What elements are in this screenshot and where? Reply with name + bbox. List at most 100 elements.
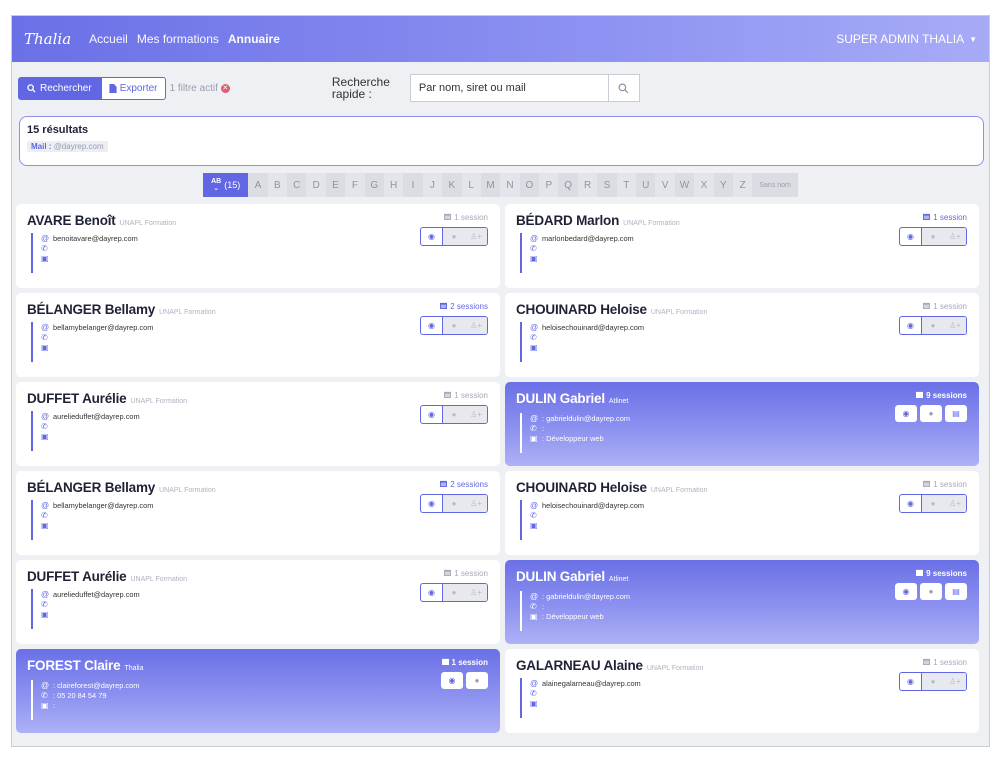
view-eye-icon[interactable]: ◉ xyxy=(895,583,917,600)
document-icon[interactable]: ▤ xyxy=(945,405,967,422)
contact-card[interactable]: DULIN Gabriel Atlinet @: gabrieldulin@da… xyxy=(505,560,979,644)
add-user-icon[interactable]: ♙+ xyxy=(944,673,966,690)
card-header: FOREST Claire Thalia xyxy=(27,658,488,673)
comment-icon[interactable]: ● xyxy=(920,583,942,600)
comment-icon[interactable]: ● xyxy=(443,228,465,245)
letter-w[interactable]: W xyxy=(674,173,695,197)
letter-o[interactable]: O xyxy=(519,173,540,197)
contact-card[interactable]: CHOUINARD Heloise UNAPL Formation @ heloi… xyxy=(505,293,979,377)
view-eye-icon[interactable]: ◉ xyxy=(900,495,922,512)
view-eye-icon[interactable]: ◉ xyxy=(421,228,443,245)
contact-phone: : xyxy=(542,423,545,433)
add-user-icon[interactable]: ♙+ xyxy=(944,317,966,334)
view-eye-icon[interactable]: ◉ xyxy=(900,228,922,245)
letter-sans-nom[interactable]: Sans nom xyxy=(752,173,798,197)
nav-link-accueil[interactable]: Accueil xyxy=(89,32,128,46)
contact-email: benoitavare@dayrep.com xyxy=(53,233,138,243)
user-menu[interactable]: SUPER ADMIN THALIA ▼ xyxy=(836,32,977,46)
contact-card[interactable]: DUFFET Aurélie UNAPL Formation @ aurelied… xyxy=(16,382,500,466)
letter-g[interactable]: G xyxy=(364,173,384,197)
view-eye-icon[interactable]: ◉ xyxy=(900,317,922,334)
card-actions: ◉ ● xyxy=(441,672,488,689)
view-eye-icon[interactable]: ◉ xyxy=(421,317,443,334)
nav-link-mes-formations[interactable]: Mes formations xyxy=(137,32,219,46)
comment-icon[interactable]: ● xyxy=(922,317,944,334)
comment-icon[interactable]: ● xyxy=(922,495,944,512)
comment-icon[interactable]: ● xyxy=(443,317,465,334)
brand-logo[interactable]: Thalia xyxy=(24,30,71,48)
contact-name: CHOUINARD Heloise xyxy=(516,302,647,317)
letter-y[interactable]: Y xyxy=(713,173,733,197)
add-user-icon[interactable]: ♙+ xyxy=(944,495,966,512)
contact-card[interactable]: AVARE Benoît UNAPL Formation @ benoitavar… xyxy=(16,204,500,288)
letter-j[interactable]: J xyxy=(423,173,442,197)
add-user-icon[interactable]: ♙+ xyxy=(944,228,966,245)
letter-i[interactable]: I xyxy=(403,173,423,197)
document-icon[interactable]: ▤ xyxy=(945,583,967,600)
letter-p[interactable]: P xyxy=(539,173,558,197)
card-right: 1 session ◉ ● ♙+ xyxy=(899,213,967,246)
view-eye-icon[interactable]: ◉ xyxy=(421,406,443,423)
add-user-icon[interactable]: ♙+ xyxy=(465,406,487,423)
contact-email: aurelieduffet@dayrep.com xyxy=(53,589,140,599)
letter-q[interactable]: Q xyxy=(558,173,578,197)
comment-icon[interactable]: ● xyxy=(443,584,465,601)
contact-card[interactable]: DUFFET Aurélie UNAPL Formation @ aurelied… xyxy=(16,560,500,644)
quick-search-label: Recherche rapide : xyxy=(331,75,390,101)
letter-n[interactable]: N xyxy=(500,173,519,197)
contact-card[interactable]: BÉLANGER Bellamy UNAPL Formation @ bellam… xyxy=(16,293,500,377)
letter-b[interactable]: B xyxy=(268,173,287,197)
contact-card[interactable]: GALARNEAU Alaine UNAPL Formation @ alaine… xyxy=(505,649,979,733)
clear-filter-icon[interactable]: ✕ xyxy=(220,83,230,93)
card-header: DUFFET Aurélie UNAPL Formation xyxy=(27,569,488,584)
letter-z[interactable]: Z xyxy=(733,173,752,197)
alphabet-all-button[interactable]: AB ⌄ (15) xyxy=(203,173,249,197)
view-eye-icon[interactable]: ◉ xyxy=(895,405,917,422)
letter-l[interactable]: L xyxy=(462,173,481,197)
search-button[interactable]: Rechercher xyxy=(18,76,101,100)
letter-t[interactable]: T xyxy=(617,173,636,197)
export-button[interactable]: Exporter xyxy=(100,76,166,100)
comment-icon[interactable]: ● xyxy=(443,495,465,512)
comment-icon[interactable]: ● xyxy=(466,672,488,689)
letter-k[interactable]: K xyxy=(442,173,462,197)
add-user-icon[interactable]: ♙+ xyxy=(465,317,487,334)
contact-card[interactable]: CHOUINARD Heloise UNAPL Formation @ heloi… xyxy=(505,471,979,555)
comment-icon[interactable]: ● xyxy=(922,673,944,690)
letter-e[interactable]: E xyxy=(325,173,346,197)
contact-card[interactable]: BÉDARD Marlon UNAPL Formation @ marlonbed… xyxy=(505,204,979,288)
add-user-icon[interactable]: ♙+ xyxy=(465,495,487,512)
contact-email: alainegalarneau@dayrep.com xyxy=(542,678,641,688)
letter-r[interactable]: R xyxy=(578,173,597,197)
view-eye-icon[interactable]: ◉ xyxy=(421,495,443,512)
contact-card[interactable]: FOREST Claire Thalia @: claireforest@day… xyxy=(16,649,500,733)
card-right: 9 sessions ◉ ● ▤ xyxy=(895,391,967,422)
quick-search-input[interactable] xyxy=(410,75,608,101)
letter-c[interactable]: C xyxy=(287,173,307,197)
add-user-icon[interactable]: ♙+ xyxy=(465,584,487,601)
letter-d[interactable]: D xyxy=(306,173,325,197)
letter-v[interactable]: V xyxy=(655,173,674,197)
user-name: SUPER ADMIN THALIA xyxy=(836,32,965,46)
job-row: ▣ xyxy=(530,342,967,352)
contact-card[interactable]: DULIN Gabriel Atlinet @: gabrieldulin@da… xyxy=(505,382,979,466)
letter-s[interactable]: S xyxy=(597,173,617,197)
add-user-icon[interactable]: ♙+ xyxy=(465,228,487,245)
card-header: BÉLANGER Bellamy UNAPL Formation xyxy=(27,302,488,317)
quick-search-button[interactable] xyxy=(607,75,639,101)
comment-icon[interactable]: ● xyxy=(920,405,942,422)
letter-u[interactable]: U xyxy=(636,173,656,197)
view-eye-icon[interactable]: ◉ xyxy=(421,584,443,601)
letter-x[interactable]: X xyxy=(694,173,713,197)
view-eye-icon[interactable]: ◉ xyxy=(441,672,463,689)
contact-card[interactable]: BÉLANGER Bellamy UNAPL Formation @ bellam… xyxy=(16,471,500,555)
view-eye-icon[interactable]: ◉ xyxy=(900,673,922,690)
nav-link-annuaire[interactable]: Annuaire xyxy=(228,32,280,46)
letter-h[interactable]: H xyxy=(384,173,403,197)
letter-a[interactable]: A xyxy=(248,173,268,197)
quick-search-box xyxy=(409,74,640,102)
comment-icon[interactable]: ● xyxy=(922,228,944,245)
comment-icon[interactable]: ● xyxy=(443,406,465,423)
letter-m[interactable]: M xyxy=(480,173,501,197)
letter-f[interactable]: F xyxy=(345,173,364,197)
